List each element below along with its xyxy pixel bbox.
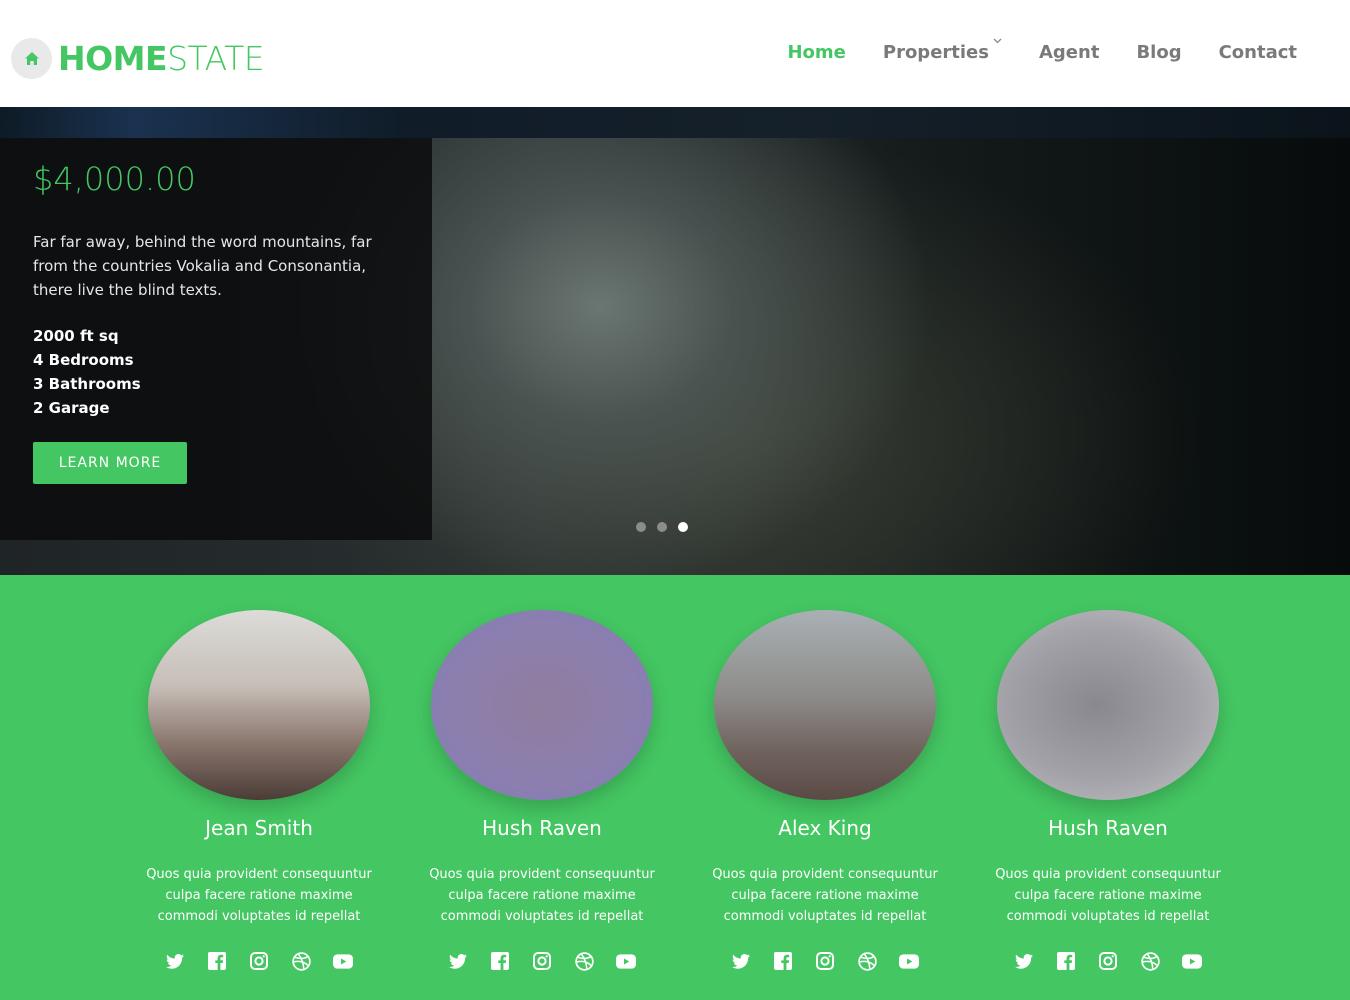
agent-social-links	[129, 951, 389, 971]
agent-name[interactable]: Alex King	[695, 816, 955, 840]
nav-properties[interactable]: Properties	[882, 38, 1002, 63]
brand-name: HOMESTATE	[58, 38, 265, 78]
agent-bio: Quos quia provident consequuntur culpa f…	[712, 867, 938, 924]
dribbble-icon[interactable]	[291, 951, 311, 971]
agent-bio: Quos quia provident consequuntur culpa f…	[995, 867, 1221, 924]
facebook-icon[interactable]	[490, 951, 510, 971]
hero-background-band	[0, 107, 1350, 138]
agent-name[interactable]: Hush Raven	[412, 816, 672, 840]
avatar	[148, 610, 370, 800]
agent-name[interactable]: Hush Raven	[978, 816, 1238, 840]
logo[interactable]: HOMESTATE	[11, 36, 265, 80]
facebook-icon[interactable]	[773, 951, 793, 971]
hero-slider: $4,000.00 Far far away, behind the word …	[0, 107, 1350, 575]
twitter-icon[interactable]	[1014, 951, 1034, 971]
spec-area: 2000 ft sq	[33, 327, 119, 345]
youtube-icon[interactable]	[899, 951, 919, 971]
agent-card: Alex King Quos quia provident consequunt…	[695, 575, 955, 971]
home-icon	[11, 37, 52, 79]
twitter-icon[interactable]	[448, 951, 468, 971]
chevron-down-icon	[993, 38, 1002, 44]
learn-more-button[interactable]: LEARN MORE	[33, 442, 187, 484]
youtube-icon[interactable]	[333, 951, 353, 971]
facebook-icon[interactable]	[1056, 951, 1076, 971]
nav-home[interactable]: Home	[787, 42, 845, 63]
brand-name-light: STATE	[167, 38, 265, 78]
spec-bedrooms: 4 Bedrooms	[33, 351, 134, 369]
twitter-icon[interactable]	[165, 951, 185, 971]
slider-dot-3[interactable]	[678, 522, 688, 532]
dribbble-icon[interactable]	[574, 951, 594, 971]
agent-card: Jean Smith Quos quia provident consequun…	[129, 575, 389, 971]
spec-garage: 2 Garage	[33, 399, 110, 417]
property-price: $4,000.00	[33, 160, 196, 198]
facebook-icon[interactable]	[207, 951, 227, 971]
avatar	[997, 610, 1219, 800]
dribbble-icon[interactable]	[1140, 951, 1160, 971]
site-header: HOMESTATE Home Properties Agent Blog Con…	[0, 0, 1350, 107]
agent-social-links	[412, 951, 672, 971]
avatar	[714, 610, 936, 800]
dribbble-icon[interactable]	[857, 951, 877, 971]
slider-dots	[636, 522, 699, 532]
nav-agent[interactable]: Agent	[1039, 42, 1099, 63]
agent-social-links	[978, 951, 1238, 971]
instagram-icon[interactable]	[249, 951, 269, 971]
avatar	[431, 610, 653, 800]
nav-contact[interactable]: Contact	[1219, 42, 1297, 63]
agent-bio: Quos quia provident consequuntur culpa f…	[429, 867, 655, 924]
instagram-icon[interactable]	[1098, 951, 1118, 971]
instagram-icon[interactable]	[815, 951, 835, 971]
nav-blog[interactable]: Blog	[1136, 42, 1181, 63]
youtube-icon[interactable]	[1182, 951, 1202, 971]
twitter-icon[interactable]	[731, 951, 751, 971]
main-nav: Home Properties Agent Blog Contact	[750, 38, 1297, 63]
agent-bio: Quos quia provident consequuntur culpa f…	[146, 867, 372, 924]
slider-dot-2[interactable]	[657, 522, 667, 532]
property-specs: 2000 ft sq 4 Bedrooms 3 Bathrooms 2 Gara…	[33, 324, 141, 420]
agent-social-links	[695, 951, 955, 971]
agent-name[interactable]: Jean Smith	[129, 816, 389, 840]
property-info-panel: $4,000.00 Far far away, behind the word …	[0, 138, 432, 540]
nav-properties-label: Properties	[882, 42, 989, 63]
youtube-icon[interactable]	[616, 951, 636, 971]
instagram-icon[interactable]	[532, 951, 552, 971]
spec-bathrooms: 3 Bathrooms	[33, 375, 141, 393]
agent-card: Hush Raven Quos quia provident consequun…	[978, 575, 1238, 971]
property-description: Far far away, behind the word mountains,…	[33, 233, 372, 299]
agents-section: Jean Smith Quos quia provident consequun…	[0, 575, 1350, 1000]
brand-name-bold: HOME	[58, 38, 168, 78]
agent-card: Hush Raven Quos quia provident consequun…	[412, 575, 672, 971]
slider-dot-1[interactable]	[636, 522, 646, 532]
